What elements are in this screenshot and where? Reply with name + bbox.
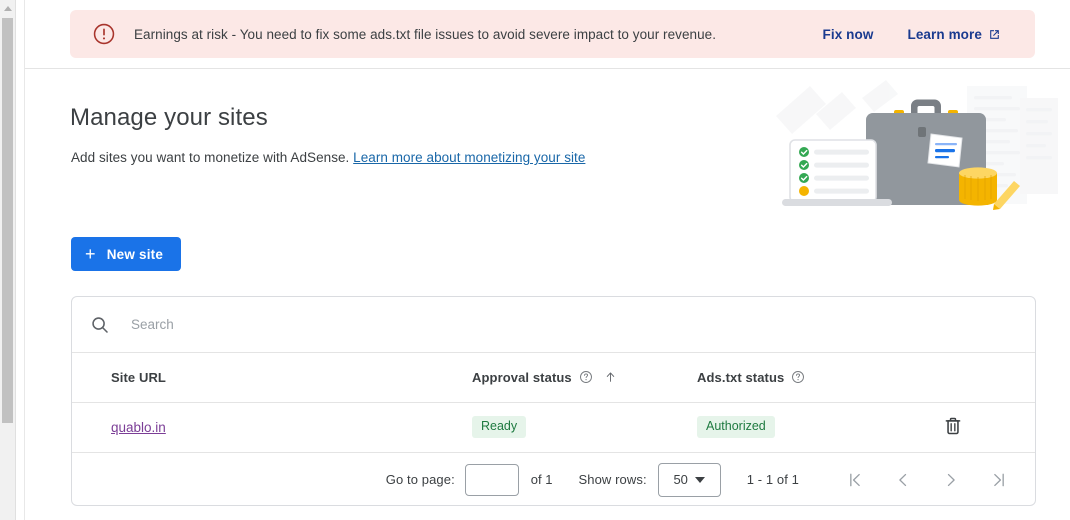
goto-page-input[interactable]: [464, 463, 519, 496]
column-header-ads-txt-status[interactable]: Ads.txt status: [697, 353, 942, 403]
previous-page-button[interactable]: [887, 464, 919, 496]
search-row: [72, 297, 1035, 353]
plus-icon: +: [85, 243, 96, 264]
column-header-actions: [942, 353, 1035, 403]
new-site-label: New site: [106, 246, 164, 262]
last-page-button[interactable]: [983, 464, 1015, 496]
approval-status-badge: Ready: [472, 415, 527, 439]
monetizing-learn-more-link[interactable]: Learn more about monetizing your site: [353, 150, 585, 165]
goto-page-label: Go to page:: [385, 472, 455, 487]
first-page-icon: [850, 473, 860, 486]
cell-ads-txt-status: Authorized: [697, 402, 942, 453]
ads-txt-status-badge: Authorized: [697, 415, 775, 439]
column-label-ads-txt-status: Ads.txt status: [697, 369, 785, 385]
column-header-approval-status[interactable]: Approval status: [472, 353, 697, 403]
site-url-link[interactable]: quablo.in: [111, 420, 166, 435]
first-page-button[interactable]: [839, 464, 871, 496]
page-scrollbar[interactable]: [0, 0, 16, 520]
page-subtitle-text: Add sites you want to monetize with AdSe…: [71, 150, 350, 165]
pagination-bar: Go to page: of 1 Show rows: 50 1 - 1 of …: [72, 453, 1035, 506]
sticky-note: [927, 133, 963, 168]
fix-now-button[interactable]: Fix now: [823, 27, 874, 42]
chevron-right-icon: [947, 473, 955, 486]
scroll-up-arrow-glyph: [3, 5, 12, 11]
page-subtitle: Add sites you want to monetize with AdSe…: [71, 150, 585, 165]
earnings-at-risk-alert: Earnings at risk - You need to fix some …: [70, 10, 1035, 58]
cell-site-url: quablo.in: [72, 402, 472, 453]
next-page-button[interactable]: [935, 464, 967, 496]
header-divider: [25, 68, 1070, 69]
chevron-down-icon: [694, 476, 705, 483]
search-input[interactable]: [129, 316, 1035, 333]
rows-per-page-select[interactable]: 50: [657, 462, 721, 497]
learn-more-button[interactable]: Learn more: [907, 27, 1001, 42]
page-total-label: of 1: [530, 472, 553, 487]
search-icon: [92, 316, 108, 333]
page-title: Manage your sites: [70, 104, 268, 131]
learn-more-label: Learn more: [907, 26, 982, 42]
cell-actions: [942, 402, 1035, 453]
chevron-left-icon: [899, 473, 907, 486]
alert-message: Earnings at risk - You need to fix some …: [134, 26, 716, 42]
rows-per-page-value: 50: [673, 472, 688, 487]
show-rows-label: Show rows:: [578, 472, 647, 487]
result-range-label: 1 - 1 of 1: [746, 472, 799, 487]
table-header-row: Site URL Approval status Ads.txt status: [72, 353, 1035, 403]
help-icon-ads-txt-status[interactable]: [791, 370, 805, 384]
last-page-icon: [994, 473, 1004, 486]
error-circle-icon: [93, 23, 115, 45]
sort-ascending-icon[interactable]: [604, 370, 617, 384]
sites-table: Site URL Approval status Ads.txt status …: [72, 353, 1035, 453]
new-site-button[interactable]: + New site: [71, 237, 182, 271]
column-label-site-url: Site URL: [111, 369, 166, 385]
briefcase-laptop-coins-illustration: [776, 80, 1058, 210]
external-link-icon: [990, 29, 999, 39]
scrollbar-thumb[interactable]: [2, 18, 13, 423]
cell-approval-status: Ready: [472, 402, 697, 453]
fix-now-label: Fix now: [822, 26, 874, 42]
help-icon-approval-status[interactable]: [579, 370, 593, 384]
page-content: Earnings at risk - You need to fix some …: [25, 0, 1070, 520]
sites-card: Site URL Approval status: [71, 296, 1036, 506]
scroll-up-arrow-icon[interactable]: [0, 0, 15, 16]
table-row: quablo.in Ready Authorized: [72, 402, 1035, 453]
sites-table-body: quablo.in Ready Authorized: [72, 402, 1035, 453]
laptop-checklist: [782, 139, 892, 206]
column-label-approval-status: Approval status: [472, 369, 572, 385]
sites-table-head: Site URL Approval status Ads.txt status: [72, 353, 1035, 403]
column-header-site-url[interactable]: Site URL: [72, 353, 472, 403]
trash-icon[interactable]: [942, 415, 964, 437]
